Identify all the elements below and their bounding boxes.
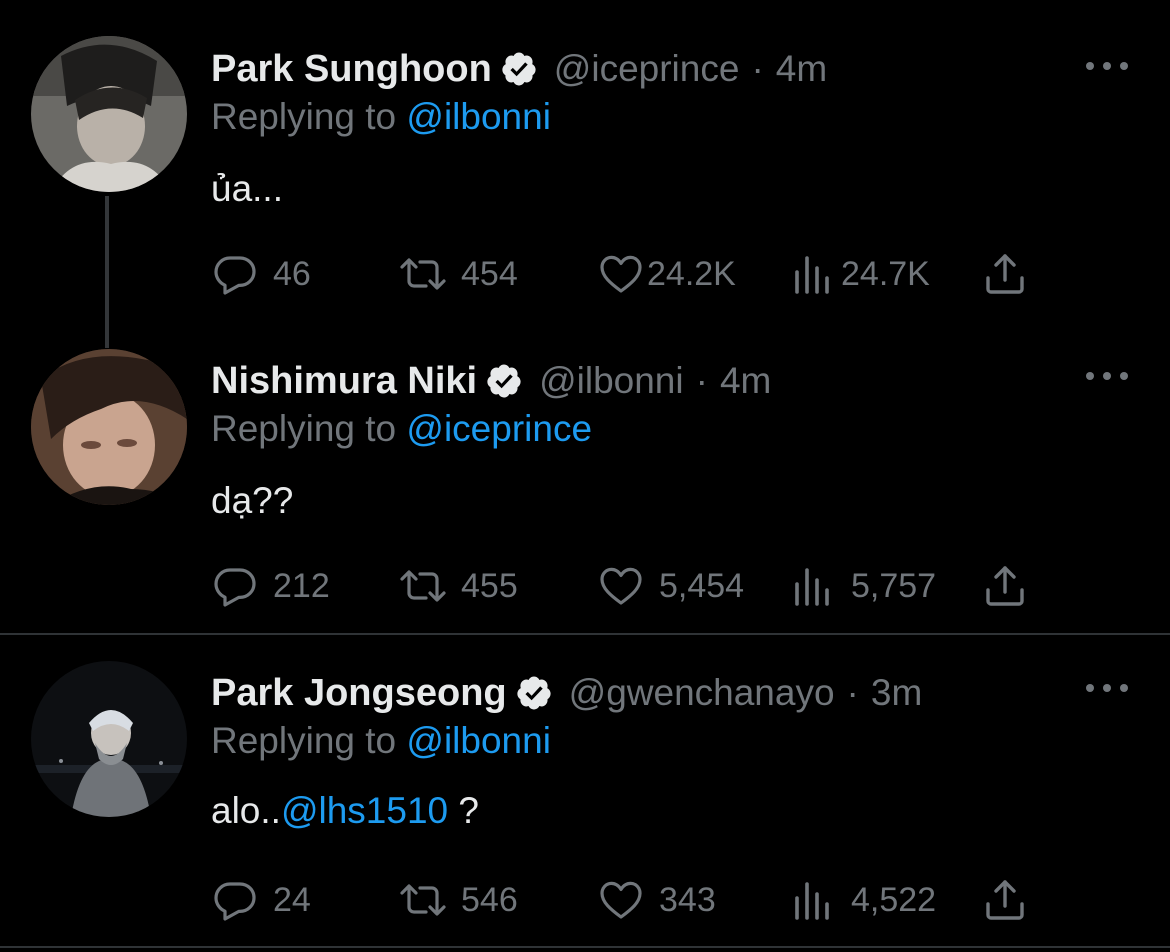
like-button[interactable]: 343 [597, 876, 716, 924]
share-button[interactable] [981, 876, 1029, 924]
retweet-count: 546 [461, 880, 518, 919]
tweet-text: alo..@lhs1510 ? [211, 790, 479, 832]
more-icon[interactable] [1086, 678, 1128, 698]
reply-icon [214, 256, 256, 295]
tweet-text-start: alo.. [211, 790, 281, 831]
display-name[interactable]: Park Sunghoon [211, 48, 492, 91]
views-count: 5,757 [851, 566, 937, 605]
tweet[interactable]: Park Jongseong @gwenchanayo · 3m Replyin… [0, 636, 1170, 952]
heart-icon [600, 255, 642, 293]
retweet-button[interactable]: 454 [399, 250, 518, 298]
share-icon [986, 566, 1024, 606]
tweet-actions: 212 455 5,454 5,757 [211, 562, 1041, 610]
separator: · [846, 672, 859, 713]
reply-count: 46 [273, 254, 311, 293]
replying-to-mention[interactable]: @ilbonni [406, 96, 551, 137]
views-icon [795, 568, 829, 606]
separator: · [695, 360, 708, 401]
divider [0, 946, 1170, 948]
avatar[interactable] [31, 36, 187, 192]
avatar[interactable] [31, 661, 187, 817]
like-button[interactable]: 24.2K [597, 250, 736, 298]
timestamp[interactable]: 4m [776, 48, 827, 90]
retweet-icon [400, 884, 446, 916]
tweet-actions: 24 546 343 4,522 [211, 876, 1041, 924]
heart-icon [600, 881, 642, 919]
retweet-count: 455 [461, 566, 518, 605]
timestamp[interactable]: 4m [720, 360, 771, 402]
separator: · [751, 48, 764, 89]
views-count: 4,522 [851, 880, 937, 919]
tweet-text-mention[interactable]: @lhs1510 [281, 790, 448, 831]
tweet-text: dạ?? [211, 480, 294, 521]
replying-to-label: Replying to [211, 720, 397, 761]
share-icon [986, 880, 1024, 920]
reply-button[interactable]: 212 [211, 562, 330, 610]
replying-to: Replying to @ilbonni [211, 96, 551, 138]
replying-to-mention[interactable]: @iceprince [406, 408, 592, 449]
tweet-header: Park Jongseong @gwenchanayo · 3m [211, 668, 922, 718]
share-button[interactable] [981, 250, 1029, 298]
share-icon [986, 254, 1024, 294]
verified-badge-icon [517, 676, 551, 710]
views-count: 24.7K [841, 254, 930, 293]
divider [0, 633, 1170, 635]
reply-icon [214, 882, 256, 921]
views-button[interactable]: 4,522 [789, 876, 936, 924]
more-icon[interactable] [1086, 56, 1128, 76]
views-button[interactable]: 24.7K [789, 250, 930, 298]
more-icon[interactable] [1086, 366, 1128, 386]
like-count: 5,454 [659, 566, 745, 605]
replying-to-label: Replying to [211, 408, 397, 449]
like-count: 343 [659, 880, 716, 919]
heart-icon [600, 567, 642, 605]
views-icon [795, 882, 829, 920]
tweet[interactable]: Nishimura Niki @ilbonni · 4m Replying to… [0, 320, 1170, 634]
handle[interactable]: @ilbonni [539, 360, 684, 402]
retweet-icon [400, 258, 446, 290]
tweet-text-end: ? [448, 790, 479, 831]
replying-to-label: Replying to [211, 96, 397, 137]
timeline: Park Sunghoon @iceprince · 4m Replying t… [0, 0, 1170, 952]
views-button[interactable]: 5,757 [789, 562, 936, 610]
tweet-header: Park Sunghoon @iceprince · 4m [211, 44, 827, 94]
display-name[interactable]: Nishimura Niki [211, 360, 477, 403]
display-name[interactable]: Park Jongseong [211, 672, 507, 715]
replying-to-mention[interactable]: @ilbonni [406, 720, 551, 761]
views-icon [795, 256, 829, 294]
retweet-icon [400, 570, 446, 602]
replying-to: Replying to @iceprince [211, 408, 592, 450]
share-button[interactable] [981, 562, 1029, 610]
handle[interactable]: @iceprince [554, 48, 740, 90]
tweet[interactable]: Park Sunghoon @iceprince · 4m Replying t… [0, 0, 1170, 348]
tweet-text: ủa... [211, 168, 283, 209]
retweet-button[interactable]: 546 [399, 876, 518, 924]
reply-icon [214, 568, 256, 607]
reply-count: 212 [273, 566, 330, 605]
like-count: 24.2K [647, 254, 736, 293]
verified-badge-icon [502, 52, 536, 86]
reply-button[interactable]: 46 [211, 250, 311, 298]
retweet-count: 454 [461, 254, 518, 293]
reply-button[interactable]: 24 [211, 876, 311, 924]
verified-badge-icon [487, 364, 521, 398]
like-button[interactable]: 5,454 [597, 562, 744, 610]
avatar[interactable] [31, 349, 187, 505]
tweet-header: Nishimura Niki @ilbonni · 4m [211, 356, 771, 406]
reply-count: 24 [273, 880, 311, 919]
timestamp[interactable]: 3m [871, 672, 922, 714]
retweet-button[interactable]: 455 [399, 562, 518, 610]
tweet-actions: 46 454 24.2K 24.7K [211, 250, 1041, 298]
handle[interactable]: @gwenchanayo [569, 672, 835, 714]
replying-to: Replying to @ilbonni [211, 720, 551, 762]
